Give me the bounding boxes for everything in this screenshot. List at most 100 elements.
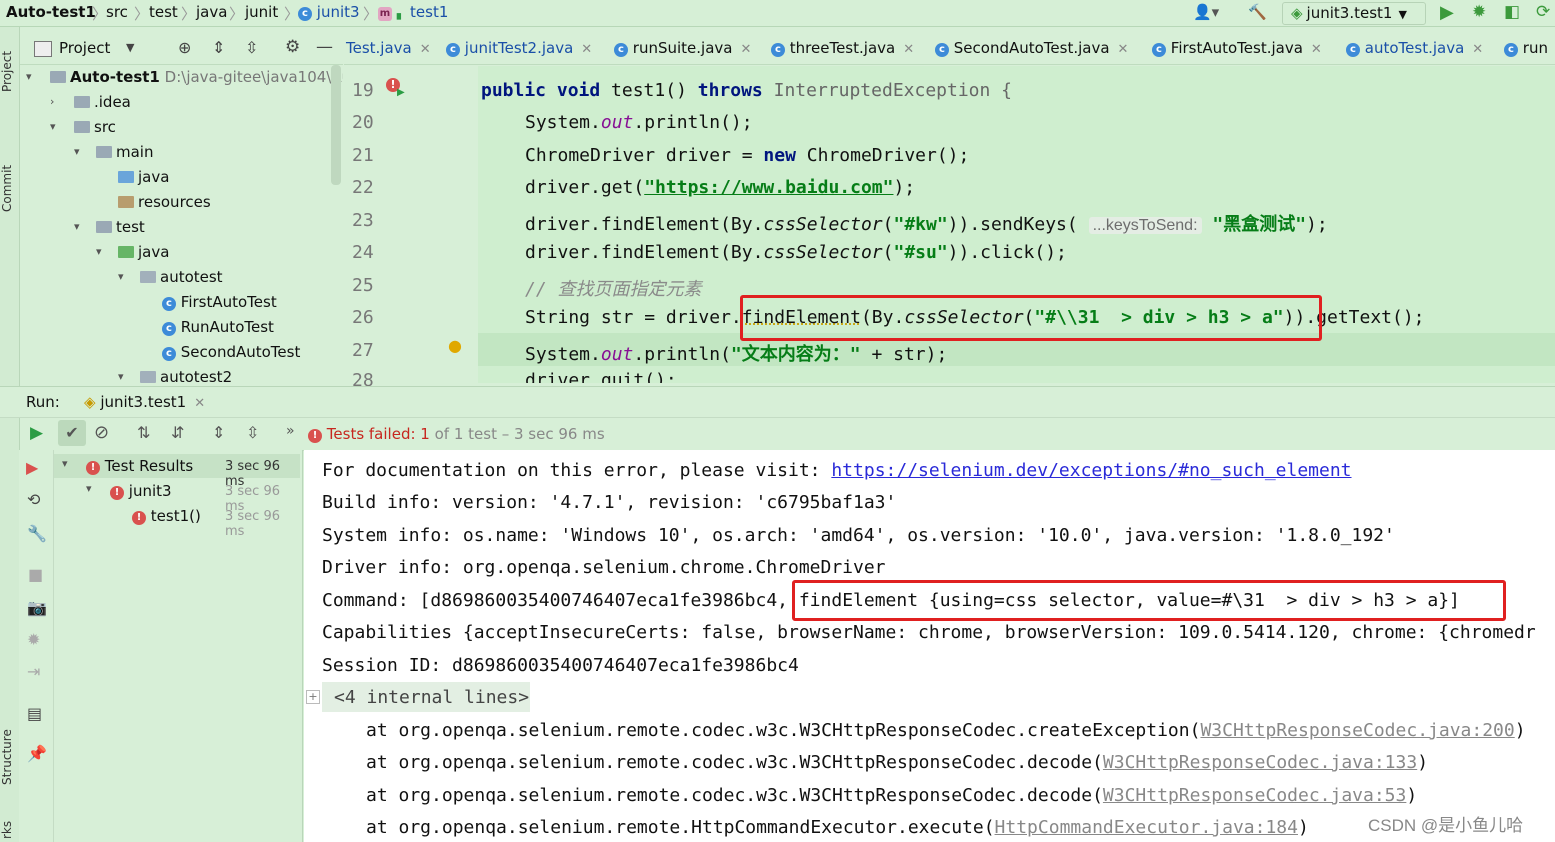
class-icon: c: [1504, 43, 1518, 57]
layout-icon[interactable]: ▤: [27, 704, 42, 723]
structure-tool-tab[interactable]: Structure: [0, 717, 19, 797]
stop-icon[interactable]: ■: [28, 565, 43, 584]
breadcrumb-project[interactable]: Auto-test1: [6, 3, 96, 21]
field: out: [600, 112, 634, 133]
source-link[interactable]: W3CHttpResponseCodec.java:133: [1103, 752, 1417, 773]
wrench-icon[interactable]: 🔧: [27, 524, 47, 543]
breadcrumb-junit[interactable]: junit: [245, 3, 278, 21]
coverage-icon[interactable]: ◧: [1504, 2, 1520, 22]
rerun-icon[interactable]: ▶: [30, 423, 43, 443]
class-icon: c: [162, 297, 176, 311]
export-icon[interactable]: ⇥: [27, 662, 40, 681]
minimize-icon[interactable]: —: [316, 37, 333, 57]
more-actions-icon[interactable]: »: [286, 423, 295, 439]
hammer-build-icon[interactable]: 🔨: [1248, 3, 1267, 21]
pin-icon[interactable]: 📌: [27, 744, 47, 763]
tab-secondautotest-java[interactable]: c SecondAutoTest.java ✕: [935, 39, 1128, 57]
string-literal: "黑盒测试": [1212, 214, 1307, 235]
sort-alpha-icon[interactable]: ⇅: [137, 423, 150, 442]
source-link[interactable]: HttpCommandExecutor.java:184: [995, 817, 1298, 838]
bookmarks-tool-tab[interactable]: rks: [0, 817, 19, 842]
project-view-title[interactable]: Project: [59, 39, 110, 57]
run-icon[interactable]: ▶: [1440, 2, 1454, 23]
documentation-link[interactable]: https://selenium.dev/exceptions/#no_such…: [831, 460, 1351, 481]
close-icon[interactable]: ✕: [1472, 42, 1483, 57]
result-label: junit3: [128, 482, 172, 500]
project-tool-tab[interactable]: Project: [0, 35, 19, 107]
code-line-24: driver.findElement(By.cssSelector("#su")…: [525, 242, 1067, 263]
trace-text: at org.openqa.selenium.remote.HttpComman…: [366, 817, 995, 838]
close-icon[interactable]: ✕: [194, 396, 205, 411]
source-link[interactable]: W3CHttpResponseCodec.java:53: [1103, 785, 1406, 806]
tab-test-java[interactable]: Test.java ✕: [346, 39, 431, 57]
expand-internal-lines-icon[interactable]: +: [306, 690, 320, 704]
tab-junittest2-java[interactable]: c junitTest2.java ✕: [446, 39, 592, 57]
test-results-row[interactable]: ▾ ! Test Results 3 sec 96 ms: [54, 454, 300, 489]
module-folder-icon: [50, 71, 66, 83]
show-ignored-icon[interactable]: ⊘: [94, 422, 109, 443]
breadcrumb-test[interactable]: test: [149, 3, 178, 21]
folder-icon: [74, 96, 90, 108]
console-line-session: Session ID: d869860035400746407eca1fe398…: [322, 655, 799, 676]
close-icon[interactable]: ✕: [903, 42, 914, 57]
bug-icon[interactable]: ✹: [27, 630, 40, 649]
run-tab[interactable]: ◈ junit3.test1 ✕: [84, 393, 205, 411]
chevron-right-icon: 〉: [229, 5, 245, 23]
line-number: 24: [352, 242, 374, 263]
camera-icon[interactable]: 📷: [27, 598, 47, 617]
chevron-right-icon: 〉: [363, 5, 379, 23]
breadcrumb-junit3[interactable]: c junit3: [298, 3, 360, 21]
show-passed-check-icon[interactable]: ✔: [58, 420, 86, 446]
status-total-text: of 1 test – 3 sec 96 ms: [429, 425, 605, 443]
commit-tool-tab[interactable]: Commit: [0, 157, 19, 219]
breadcrumb-java[interactable]: java: [196, 3, 227, 21]
tab-autotest-java[interactable]: c autoTest.java ✕: [1346, 39, 1483, 57]
collapse-all-icon[interactable]: ⇳: [245, 38, 258, 57]
breadcrumb-src[interactable]: src: [106, 3, 128, 21]
test-method-row[interactable]: ! test1() 3 sec 96 ms: [54, 504, 300, 539]
tab-firstautotest-java[interactable]: c FirstAutoTest.java ✕: [1152, 39, 1322, 57]
watermark: CSDN @是小鱼儿哈: [1368, 811, 1524, 836]
close-icon[interactable]: ✕: [420, 42, 431, 57]
code-token: ChromeDriver driver =: [525, 145, 764, 166]
chevron-down-icon[interactable]: ▼: [126, 41, 134, 54]
user-icon[interactable]: 👤▾: [1193, 3, 1219, 21]
code-line-19: public void test1() throws InterruptedEx…: [481, 80, 1012, 101]
code-token: driver.findElement(By.: [525, 242, 764, 263]
locate-target-icon[interactable]: ⊕: [178, 38, 191, 57]
chevron-right-icon: 〉: [284, 5, 300, 23]
run-tool-header: Run: ◈ junit3.test1 ✕: [0, 386, 1555, 418]
source-link[interactable]: W3CHttpResponseCodec.java:200: [1200, 720, 1514, 741]
breadcrumb-test1[interactable]: m ▖ test1: [378, 3, 448, 21]
tab-runsuite-java[interactable]: c runSuite.java ✕: [614, 39, 751, 57]
tree-scrollbar[interactable]: [331, 65, 341, 185]
debug-bug-icon[interactable]: ✹: [1472, 2, 1486, 22]
tree-label: resources: [138, 193, 211, 211]
tree-label: main: [116, 143, 154, 161]
tab-threetest-java[interactable]: c threeTest.java ✕: [771, 39, 914, 57]
expand-all-icon[interactable]: ⇕: [212, 38, 225, 57]
tab-label: runSuite.java: [632, 39, 733, 57]
gear-icon[interactable]: ⚙: [285, 37, 300, 57]
tree-label: autotest: [160, 268, 223, 286]
collapse-all-icon[interactable]: ⇳: [246, 423, 259, 442]
lightbulb-icon[interactable]: ●: [448, 336, 462, 355]
rerun-failed-icon[interactable]: ▶: [26, 458, 38, 477]
tab-run-java[interactable]: c run: [1504, 39, 1548, 57]
close-icon[interactable]: ✕: [740, 42, 751, 57]
test-class-row[interactable]: ▾ ! junit3 3 sec 96 ms: [54, 479, 300, 514]
close-icon[interactable]: ✕: [1118, 42, 1129, 57]
run-gutter-icon[interactable]: ▶: [397, 87, 405, 98]
class-icon: c: [614, 43, 628, 57]
expand-all-icon[interactable]: ⇕: [212, 423, 225, 442]
run-config-selector[interactable]: ◈ junit3.test1 ▼: [1282, 2, 1426, 25]
profile-icon[interactable]: ⟳: [1536, 2, 1550, 22]
toggle-auto-test-icon[interactable]: ⟲: [27, 490, 40, 509]
class-icon: c: [935, 43, 949, 57]
sort-duration-icon[interactable]: ⇵: [171, 423, 184, 442]
highlight-box: [740, 295, 1322, 341]
code-token: )).click();: [947, 242, 1067, 263]
close-icon[interactable]: ✕: [581, 42, 592, 57]
method-name: test1(): [611, 80, 698, 101]
close-icon[interactable]: ✕: [1311, 42, 1322, 57]
